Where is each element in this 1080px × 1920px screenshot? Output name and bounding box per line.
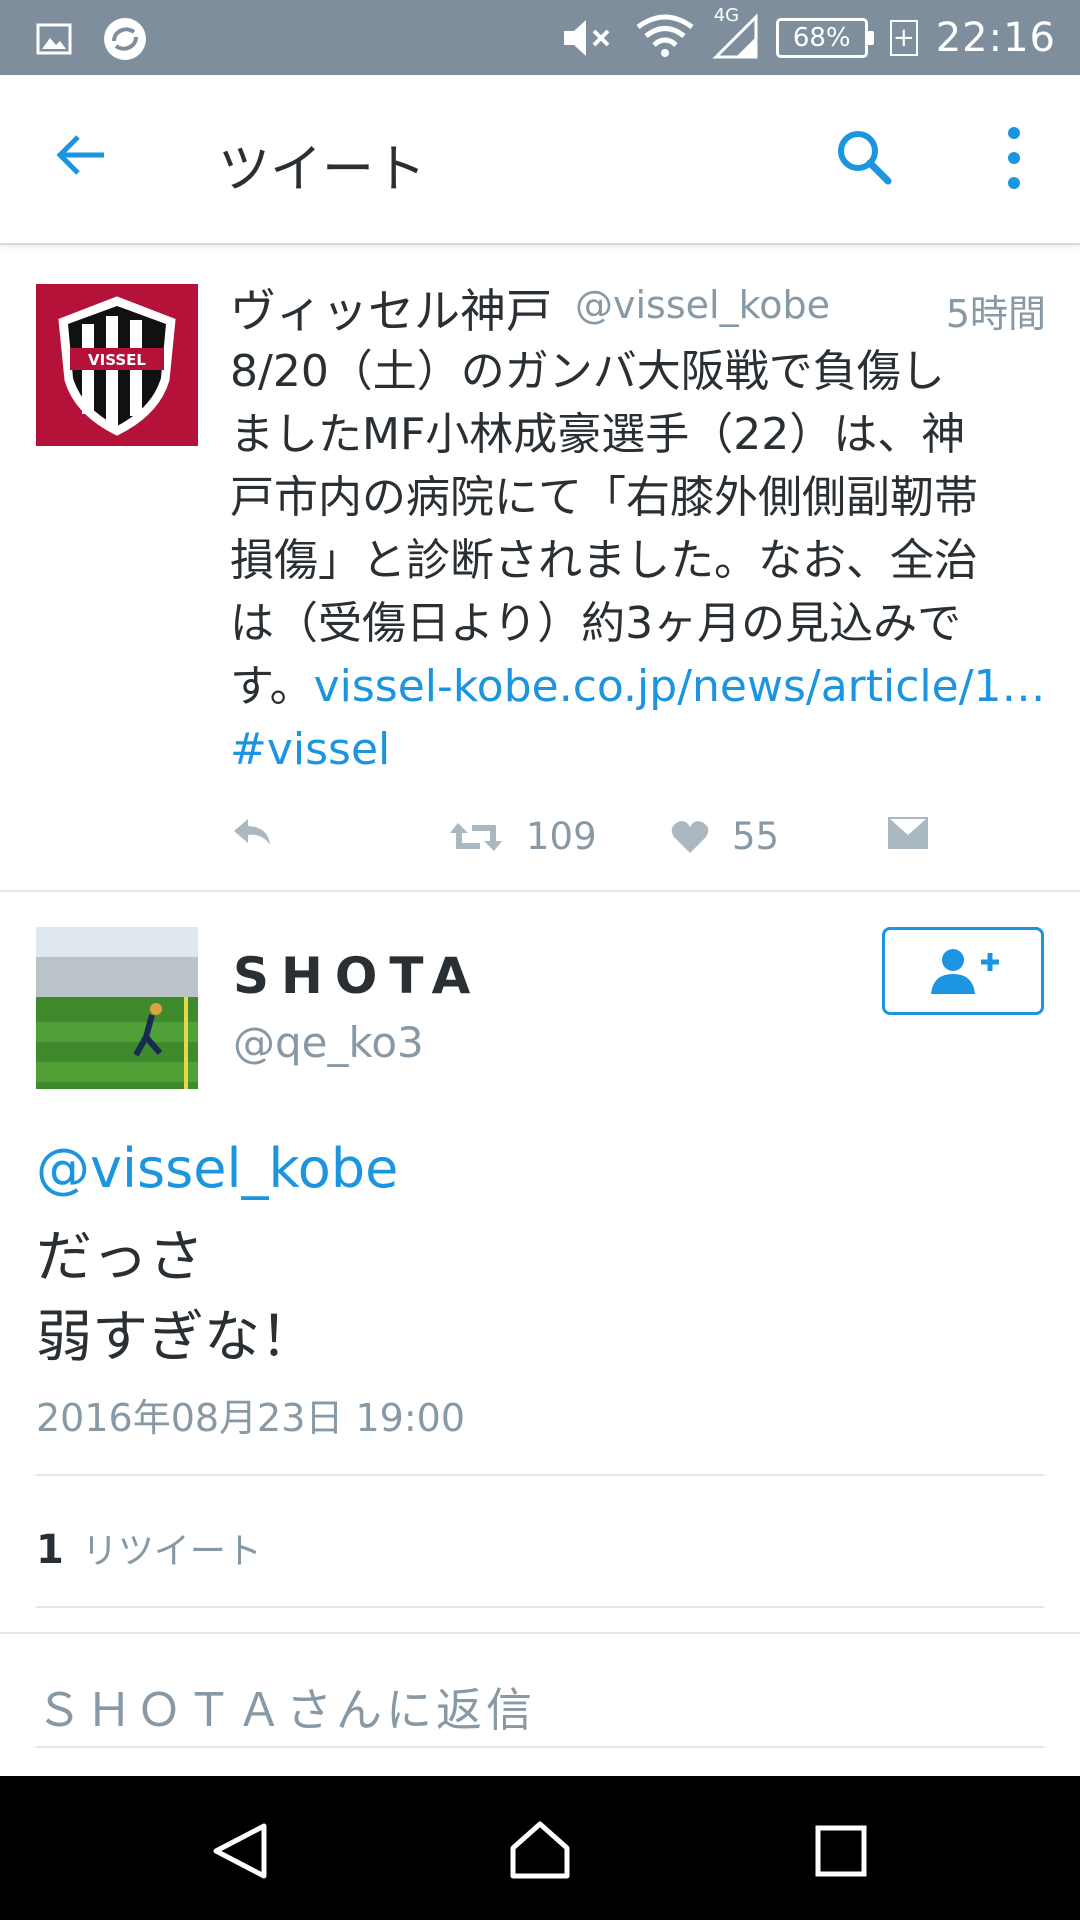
search-button[interactable] bbox=[832, 125, 896, 189]
tweet-line: 損傷」と診断されました。なお、全治 bbox=[230, 535, 978, 586]
nav-recents-button[interactable] bbox=[806, 1816, 876, 1886]
retweet-icon bbox=[450, 822, 502, 851]
back-arrow-icon bbox=[56, 135, 104, 175]
tweet-time: 5時間 bbox=[945, 292, 1046, 336]
mention-link[interactable]: @vissel_kobe bbox=[36, 1137, 398, 1200]
like-count: 55 bbox=[732, 815, 780, 858]
mute-icon bbox=[563, 20, 610, 56]
reply-composer: ＳＨＯＴＡさんに返信 bbox=[0, 1632, 1080, 1762]
network-type: 4G bbox=[713, 5, 740, 26]
direct-message-button[interactable] bbox=[886, 815, 930, 851]
more-options-button[interactable] bbox=[1000, 125, 1028, 191]
home-icon bbox=[510, 1821, 570, 1879]
tweet-timestamp: 2016年08月23日 19:00 bbox=[36, 1396, 466, 1440]
follow-button[interactable] bbox=[882, 927, 1044, 1015]
tweet-line: 戸市内の病院にて「右膝外側側副靭帯 bbox=[230, 472, 978, 523]
nav-back-button[interactable] bbox=[206, 1816, 276, 1886]
retweet-button[interactable]: 109 bbox=[448, 815, 597, 858]
add-user-icon bbox=[931, 949, 999, 994]
sync-app-icon bbox=[104, 18, 146, 60]
search-icon bbox=[838, 131, 892, 185]
like-button[interactable]: 55 bbox=[670, 815, 779, 858]
divider bbox=[36, 1606, 1044, 1608]
divider bbox=[36, 1474, 1044, 1476]
system-nav-bar bbox=[0, 1776, 1080, 1920]
charging-icon: + bbox=[889, 20, 918, 56]
heart-icon bbox=[671, 820, 709, 853]
tweet-header: ヴィッセル神戸 @vissel_kobe 5時間 bbox=[230, 275, 1046, 338]
avatar-text: VISSEL bbox=[88, 351, 146, 369]
avatar[interactable]: VISSEL bbox=[36, 284, 198, 446]
status-bar: 4G 68% + 22:16 bbox=[0, 0, 1080, 75]
reply-input[interactable]: ＳＨＯＴＡさんに返信 bbox=[36, 1674, 536, 1740]
retweets-count-link[interactable]: 1 リツイート bbox=[36, 1522, 262, 1574]
retweet-count: 109 bbox=[526, 815, 597, 858]
battery-icon: 68% bbox=[775, 18, 874, 58]
hashtag-link[interactable]: #vissel bbox=[230, 718, 1050, 781]
vissel-crest-icon: VISSEL bbox=[58, 296, 176, 436]
clock: 22:16 bbox=[935, 15, 1056, 61]
tweet-actions: 109 55 bbox=[230, 815, 1050, 875]
quoted-tweet[interactable]: VISSEL ヴィッセル神戸 @vissel_kobe 5時間 8/20（土）の… bbox=[0, 245, 1080, 892]
author-handle[interactable]: @qe_ko3 bbox=[233, 1018, 424, 1067]
envelope-icon bbox=[888, 817, 928, 849]
reply-icon bbox=[234, 819, 270, 845]
article-link[interactable]: vissel-kobe.co.jp/news/article/1… bbox=[314, 661, 1046, 712]
square-recents-icon bbox=[815, 1825, 867, 1877]
page-title: ツイート bbox=[218, 140, 427, 200]
battery-level: 68% bbox=[792, 23, 851, 53]
author-name[interactable]: SHOTA bbox=[233, 947, 482, 1005]
stadium-photo-icon bbox=[36, 927, 198, 1089]
input-underline bbox=[36, 1746, 1044, 1748]
retweets-number: 1 bbox=[36, 1527, 64, 1573]
reply-button[interactable] bbox=[230, 815, 274, 849]
author-handle[interactable]: @vissel_kobe bbox=[575, 283, 830, 327]
image-icon bbox=[36, 23, 72, 55]
avatar[interactable] bbox=[36, 927, 198, 1089]
wifi-icon bbox=[636, 14, 694, 57]
retweets-label: リツイート bbox=[81, 1531, 262, 1572]
tweet-line: す。 bbox=[230, 661, 314, 712]
tweet-line: は（受傷日より）約3ヶ月の見込みで bbox=[230, 598, 962, 649]
tweet-line: ましたMF小林成豪選手（22）は、神 bbox=[230, 409, 966, 460]
tweet-line: だっさ bbox=[36, 1225, 204, 1290]
tweet-line: 8/20（土）のガンバ大阪戦で負傷し bbox=[230, 346, 945, 397]
back-button[interactable] bbox=[52, 127, 122, 191]
tweet-text: 8/20（土）のガンバ大阪戦で負傷し ましたMF小林成豪選手（22）は、神 戸市… bbox=[230, 340, 1050, 781]
triangle-back-icon bbox=[213, 1823, 267, 1879]
tweet-line: 弱すぎな！ bbox=[36, 1305, 316, 1370]
nav-home-button[interactable] bbox=[505, 1816, 575, 1886]
author-name[interactable]: ヴィッセル神戸 bbox=[230, 275, 552, 341]
more-vert-icon bbox=[1008, 127, 1020, 189]
app-bar: ツイート bbox=[0, 75, 1080, 245]
